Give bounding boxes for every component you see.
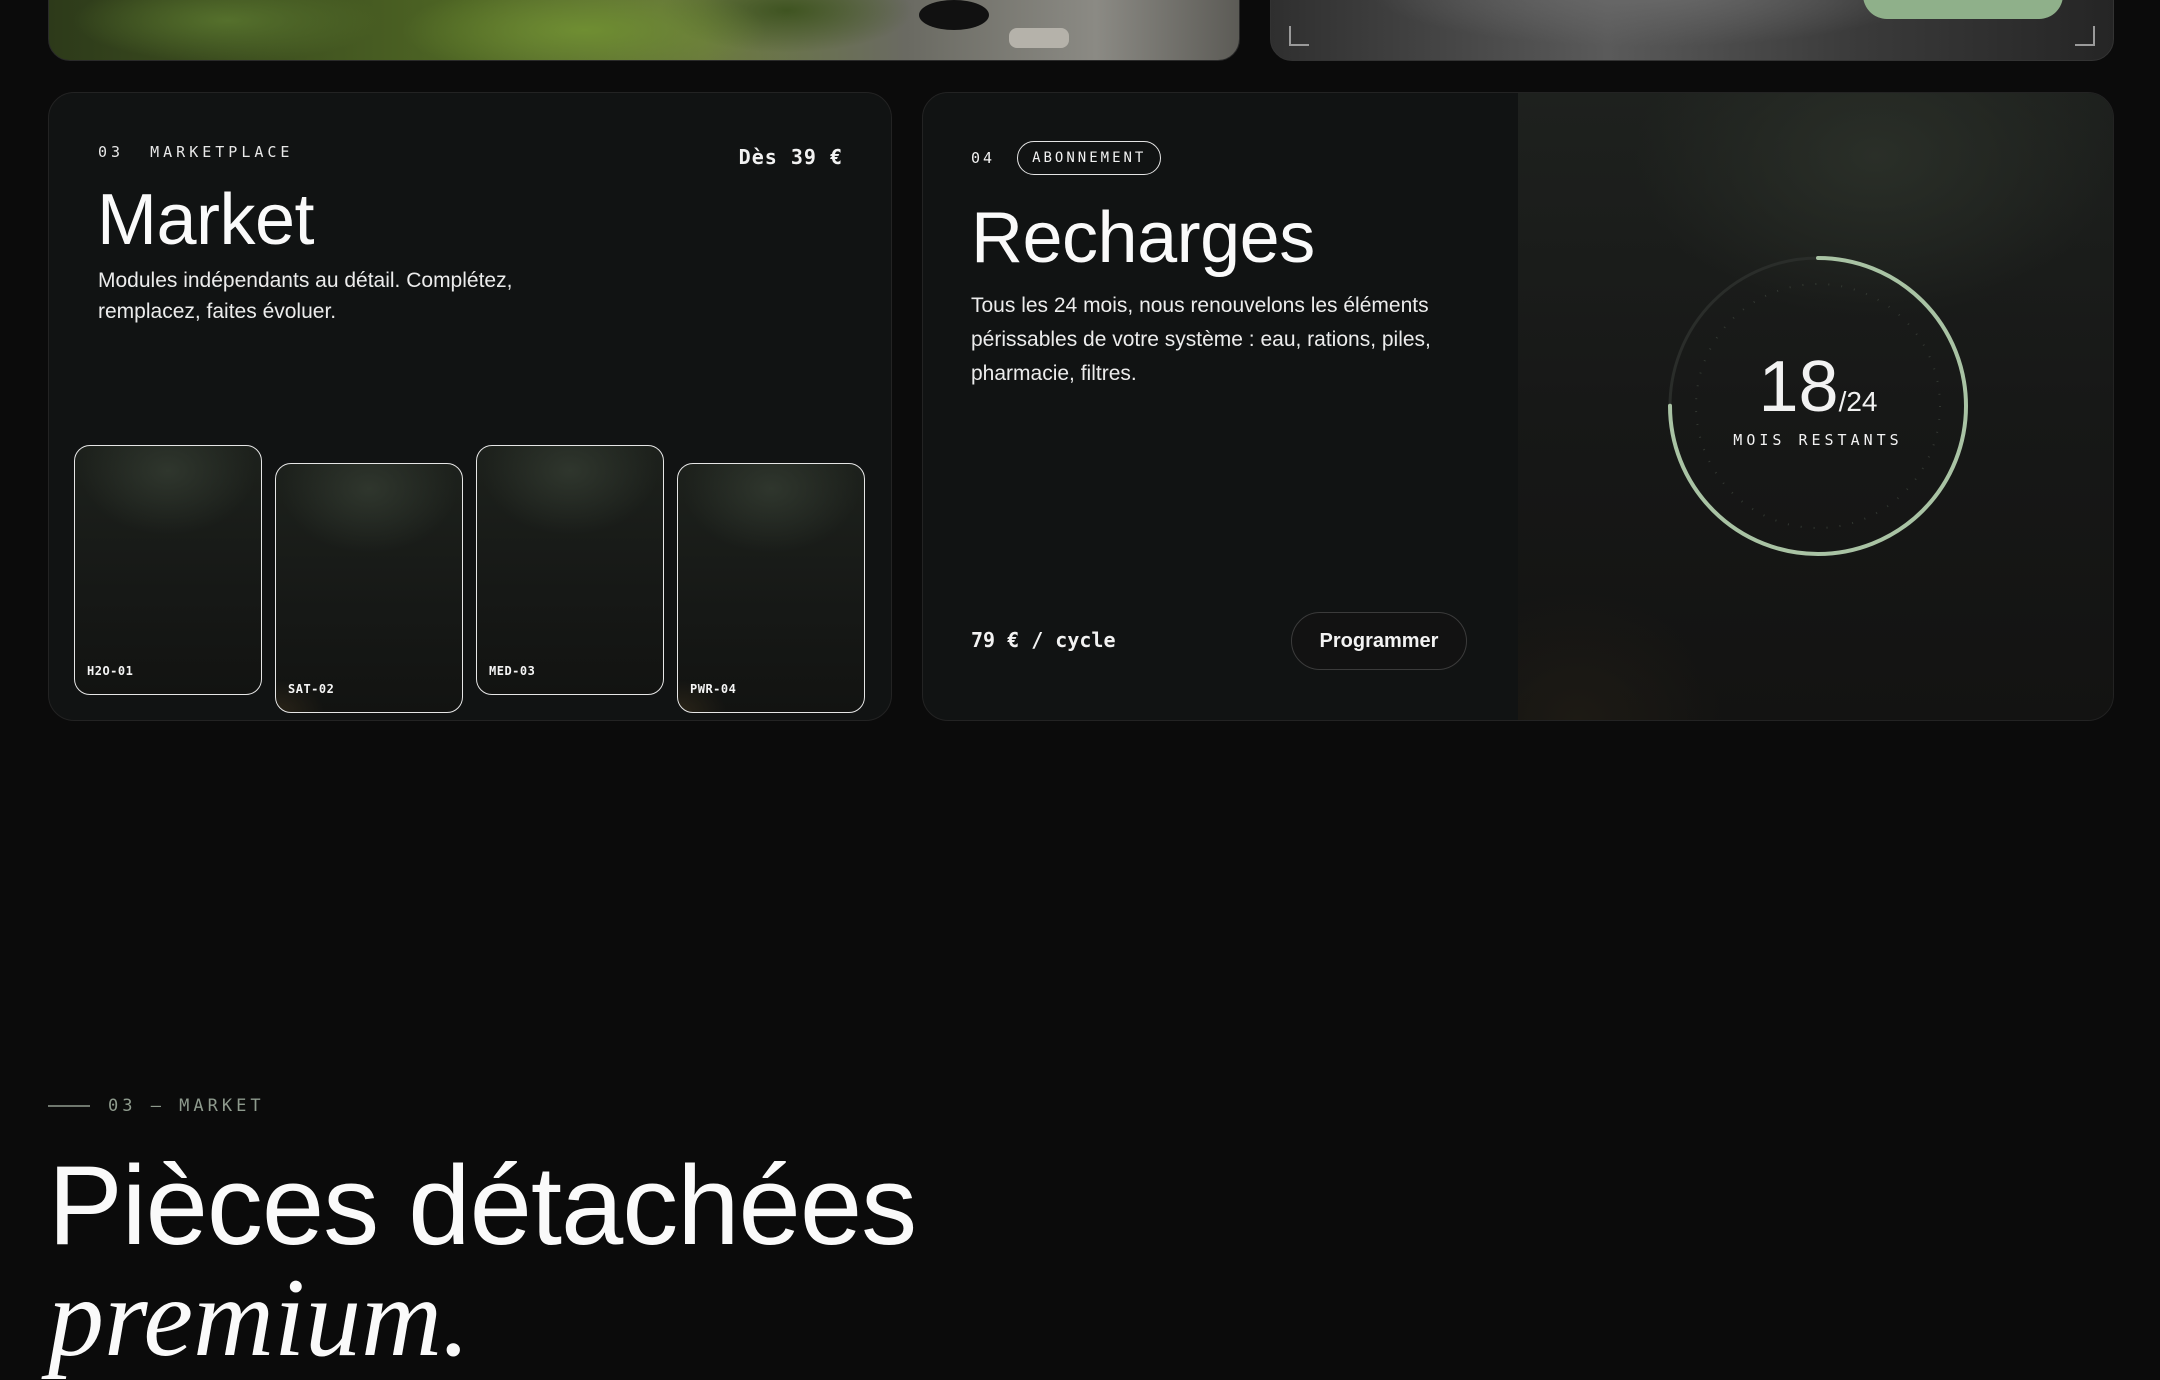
market-card[interactable]: 03 MARKETPLACE Dès 39 € Market Modules i… (48, 92, 892, 721)
photo-detail (919, 0, 989, 30)
image-card (1270, 0, 2114, 61)
recharges-header: 04 ABONNEMENT (971, 141, 1162, 175)
module-card-med[interactable]: MED-03 (476, 445, 664, 695)
section-title-italic: premium. (48, 1256, 471, 1380)
subscription-badge: ABONNEMENT (1017, 141, 1162, 175)
green-button-partial[interactable] (1863, 0, 2063, 19)
section-title: Pièces détachées (48, 1143, 917, 1268)
cycle-price: 79 € / cycle (971, 628, 1116, 652)
divider-line (48, 1105, 90, 1107)
months-remaining-gauge: 18/24 MOIS RESTANTS (1663, 251, 1973, 561)
corner-bracket-icon (2075, 26, 2095, 46)
recharges-title: Recharges (971, 198, 1315, 278)
outdoor-photo-card (48, 0, 1240, 61)
corner-bracket-icon (1289, 26, 1309, 46)
module-card-pwr[interactable]: PWR-04 (677, 463, 865, 713)
schedule-button[interactable]: Programmer (1291, 612, 1467, 670)
recharges-card[interactable]: 04 ABONNEMENT Recharges Tous les 24 mois… (922, 92, 2114, 721)
module-label: H2O-01 (87, 664, 134, 678)
recharges-number: 04 (971, 149, 996, 167)
module-label: SAT-02 (288, 682, 335, 696)
module-label: MED-03 (489, 664, 536, 678)
market-eyebrow: 03 MARKETPLACE (98, 143, 294, 161)
photo-detail (1009, 28, 1069, 48)
module-card-sat[interactable]: SAT-02 (275, 463, 463, 713)
gauge-value: 18/24 (1758, 347, 1878, 427)
section-label: 03 — MARKET (108, 1096, 265, 1116)
section-eyebrow: 03 — MARKET (48, 1096, 265, 1116)
market-title: Market (97, 180, 315, 260)
recharges-description: Tous les 24 mois, nous renouvelons les é… (971, 294, 1431, 385)
market-description: Modules indépendants au détail. Compléte… (98, 269, 513, 323)
market-price: Dès 39 € (738, 145, 843, 169)
gauge-label: MOIS RESTANTS (1733, 431, 1903, 449)
module-card-h2o[interactable]: H2O-01 (74, 445, 262, 695)
module-label: PWR-04 (690, 682, 737, 696)
